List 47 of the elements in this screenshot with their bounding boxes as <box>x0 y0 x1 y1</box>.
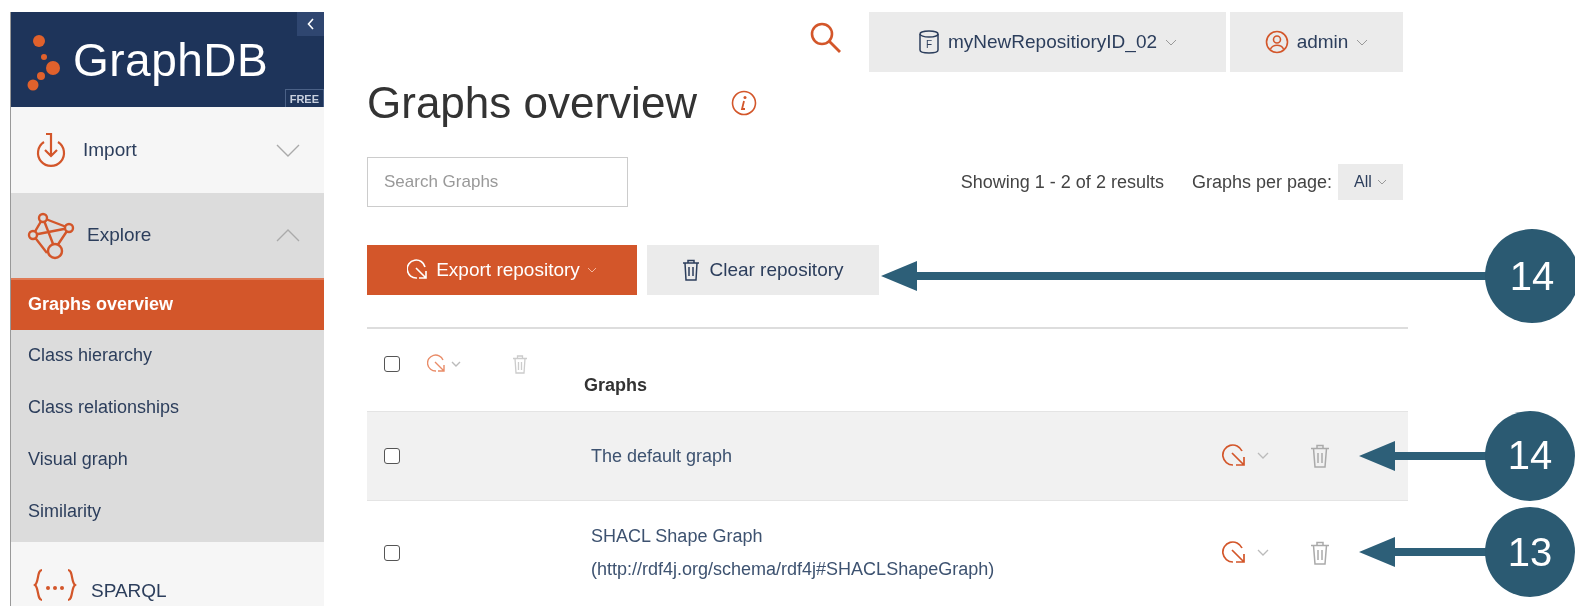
search-icon[interactable] <box>809 21 843 55</box>
per-page-dropdown[interactable]: All <box>1338 164 1403 200</box>
menu-group[interactable]: Explore <box>11 193 324 278</box>
export-icon[interactable] <box>1222 443 1270 469</box>
graph-name[interactable]: The default graph <box>591 445 1222 467</box>
user-dropdown[interactable]: admin <box>1230 12 1403 72</box>
search-field[interactable]: Search Graphs <box>367 157 628 207</box>
trash-icon[interactable] <box>1310 540 1330 565</box>
graph-uri[interactable]: (http://rdf4j.org/schema/rdf4j#SHACLShapeGraph) <box>591 558 1222 580</box>
export-icon <box>407 259 430 281</box>
export-icon[interactable] <box>1222 539 1270 566</box>
row-checkbox[interactable] <box>384 448 400 464</box>
menu-group[interactable]: Import <box>11 107 324 193</box>
menu-item[interactable]: Class relationships <box>11 381 324 434</box>
results-summary: Showing 1 - 2 of 2 results <box>960 171 1164 193</box>
callout-number: 14 <box>1485 229 1575 323</box>
callout-number: 13 <box>1485 507 1575 597</box>
caret-icon <box>1165 38 1178 46</box>
trash-icon <box>682 259 701 281</box>
table-row[interactable]: The default graph <box>367 411 1408 500</box>
caret-icon <box>1356 38 1369 46</box>
menu-item[interactable]: Graphs overview <box>11 277 324 330</box>
caret-icon <box>586 267 597 273</box>
clear-repository-button[interactable]: Clear repository <box>647 245 879 295</box>
graph-name[interactable]: SHACL Shape Graph <box>591 525 1222 547</box>
row-checkbox[interactable] <box>384 544 400 561</box>
menu-item[interactable]: Class hierarchy <box>11 329 324 382</box>
chevron-left-icon <box>306 18 315 30</box>
repository-dropdown[interactable]: F myNewRepositioryID_02 <box>869 12 1226 72</box>
column-header: Graphs <box>584 374 648 396</box>
page-title: Graphs overview <box>367 78 698 128</box>
export-icon[interactable] <box>427 354 461 374</box>
user-icon <box>1264 30 1289 54</box>
chevron-icon <box>276 143 300 157</box>
logo-text: GraphDB <box>73 32 269 87</box>
callout-number: 14 <box>1485 410 1575 501</box>
caret-icon <box>1376 179 1387 185</box>
braces-icon <box>33 568 77 602</box>
export-repository-button[interactable]: Export repository <box>367 245 637 295</box>
collapse-button[interactable] <box>297 12 324 36</box>
menu-group[interactable]: SPARQL <box>11 541 324 606</box>
info-icon[interactable] <box>731 90 758 116</box>
chevron-icon <box>276 228 300 242</box>
menu-item[interactable]: Similarity <box>11 485 324 538</box>
per-page-label: Graphs per page: <box>1191 171 1332 193</box>
menu-item[interactable]: Visual graph <box>11 433 324 486</box>
select-all-checkbox[interactable] <box>384 356 400 372</box>
